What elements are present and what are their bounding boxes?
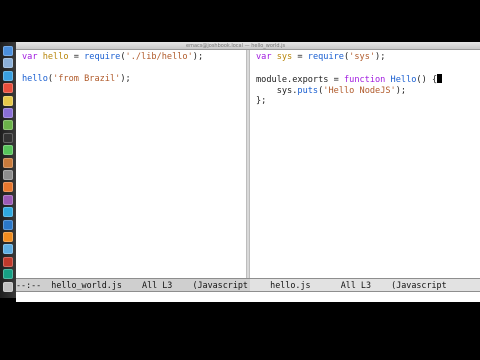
skype-icon[interactable] bbox=[3, 207, 13, 218]
preview-icon[interactable] bbox=[3, 157, 13, 168]
itunes-icon[interactable] bbox=[3, 108, 13, 118]
notes-icon[interactable] bbox=[3, 95, 13, 106]
screen: emacs@joshbook.local — hello_world.js va… bbox=[0, 0, 480, 360]
mail-icon[interactable] bbox=[3, 58, 13, 69]
app-icon[interactable] bbox=[3, 244, 13, 255]
firefox-icon[interactable] bbox=[3, 182, 13, 193]
code-line: hello('from Brazil'); bbox=[22, 74, 131, 84]
settings-icon[interactable] bbox=[3, 170, 13, 180]
photos-icon[interactable] bbox=[3, 120, 13, 131]
app3-icon[interactable] bbox=[3, 269, 13, 280]
code-line: var sys = require('sys'); bbox=[256, 52, 386, 62]
minibuffer[interactable] bbox=[16, 292, 480, 302]
code-line: }; bbox=[256, 96, 267, 106]
browser-icon[interactable] bbox=[3, 70, 13, 81]
window-title: emacs@joshbook.local — hello_world.js bbox=[186, 43, 286, 49]
dock bbox=[0, 42, 16, 298]
vlc-icon[interactable] bbox=[3, 232, 13, 242]
mode-line-left[interactable]: --:-- hello_world.js All L3 (Javascript:… bbox=[16, 278, 250, 292]
textmate-icon[interactable] bbox=[3, 194, 13, 205]
dropbox-icon[interactable] bbox=[3, 219, 13, 230]
title-bar[interactable]: emacs@joshbook.local — hello_world.js bbox=[16, 42, 480, 50]
finder-icon[interactable] bbox=[3, 46, 13, 56]
calendar-icon[interactable] bbox=[3, 83, 13, 94]
text-cursor bbox=[437, 74, 443, 83]
editor-pane-left[interactable]: var hello = require('./lib/hello'); hell… bbox=[16, 50, 246, 278]
chat-icon[interactable] bbox=[3, 145, 13, 156]
app2-icon[interactable] bbox=[3, 256, 13, 267]
trash-icon[interactable] bbox=[3, 281, 13, 292]
code-line: module.exports = function Hello() { bbox=[256, 74, 443, 85]
editor-pane-right[interactable]: var sys = require('sys'); module.exports… bbox=[250, 50, 480, 278]
terminal-icon[interactable] bbox=[3, 132, 13, 143]
code-line: sys.puts('Hello NodeJS'); bbox=[256, 86, 407, 96]
code-line: var hello = require('./lib/hello'); bbox=[22, 52, 204, 62]
mode-line-right[interactable]: hello.js All L3 (Javascript bbox=[250, 278, 480, 292]
